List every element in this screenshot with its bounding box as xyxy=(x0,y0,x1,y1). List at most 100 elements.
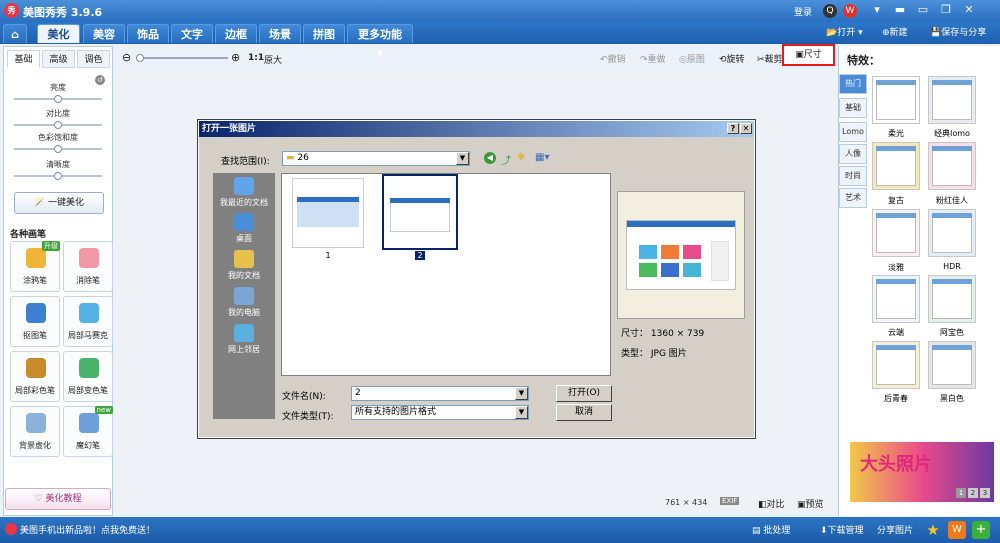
effect-label[interactable]: HDR xyxy=(927,262,977,271)
effect-label[interactable]: 经典lomo xyxy=(927,128,977,139)
effect-thumbnail[interactable] xyxy=(928,142,976,190)
sharpness-knob[interactable] xyxy=(54,172,62,180)
effect-thumbnail[interactable] xyxy=(928,275,976,323)
effect-label[interactable]: 淡雅 xyxy=(871,262,921,273)
maximize-button[interactable]: ▭ xyxy=(912,2,934,18)
saturation-slider[interactable] xyxy=(14,145,102,153)
effects-tab-fashion[interactable]: 时尚 xyxy=(839,166,867,186)
undo-button[interactable]: ↶撤销 xyxy=(600,52,626,65)
skin-menu-icon[interactable]: ▾ xyxy=(866,2,888,18)
new-folder-icon[interactable]: ✱ xyxy=(517,152,525,163)
place-desktop[interactable]: 桌面 xyxy=(213,213,275,244)
restore-button[interactable]: ❐ xyxy=(935,2,957,18)
original-size-label[interactable]: 原大 xyxy=(264,53,282,66)
effect-label[interactable]: 复古 xyxy=(871,195,921,206)
saturation-knob[interactable] xyxy=(54,145,62,153)
qq-icon[interactable]: Q xyxy=(823,4,837,18)
effect-thumbnail[interactable] xyxy=(872,209,920,257)
dialog-close-button[interactable]: ✕ xyxy=(740,123,752,134)
tab-text[interactable]: 文字 xyxy=(171,24,213,43)
up-folder-icon[interactable]: ⤴ xyxy=(501,152,511,167)
rotate-button[interactable]: ⟲旋转 xyxy=(719,52,745,65)
promo-link[interactable]: 美图手机出新品啦！点我免费送！ xyxy=(20,523,155,536)
login-link[interactable]: 登录 xyxy=(794,5,812,18)
local-color-brush-button[interactable]: 局部彩色笔 xyxy=(10,351,60,402)
doodle-brush-button[interactable]: 涂鸦笔 升级 xyxy=(10,241,60,292)
view-menu-icon[interactable]: ▦▾ xyxy=(535,152,549,163)
crop-button[interactable]: ✂裁剪 xyxy=(757,52,783,65)
tutorial-button[interactable]: ♡ 美化教程 xyxy=(5,488,111,510)
effect-label[interactable]: 云端 xyxy=(871,327,921,338)
weibo-icon[interactable]: W xyxy=(843,4,857,18)
star-icon[interactable]: ★ xyxy=(924,521,942,539)
one-key-beautify-button[interactable]: 🪄 一键美化 xyxy=(14,192,104,214)
file-name[interactable]: 1 xyxy=(292,251,364,260)
back-icon[interactable]: ◀ xyxy=(484,152,496,164)
effect-thumbnail[interactable] xyxy=(872,76,920,124)
open-file-button[interactable]: 打开(O) xyxy=(556,385,612,402)
effect-thumbnail[interactable] xyxy=(872,341,920,389)
zoom-slider-knob[interactable] xyxy=(136,54,144,62)
file-thumbnail-selected[interactable] xyxy=(382,174,458,250)
effects-tab-portrait[interactable]: 人像 xyxy=(839,144,867,164)
magic-brush-button[interactable]: 魔幻笔 new xyxy=(63,406,113,457)
filename-input[interactable]: 2 ▼ xyxy=(351,386,529,401)
original-button[interactable]: ◎原图 xyxy=(679,52,705,65)
effect-label[interactable]: 黑白色 xyxy=(927,393,977,404)
zoom-ratio[interactable]: 1:1 xyxy=(248,53,264,63)
tab-more-features[interactable]: 更多功能 ▾ xyxy=(347,24,413,60)
add-icon[interactable]: + xyxy=(972,521,990,539)
zoom-out-icon[interactable]: ⊖ xyxy=(122,51,131,64)
zoom-in-icon[interactable]: ⊕ xyxy=(231,51,240,64)
tab-basic[interactable]: 基础 xyxy=(7,50,40,68)
brightness-knob[interactable] xyxy=(54,95,62,103)
contrast-slider[interactable] xyxy=(14,121,102,129)
brightness-slider[interactable] xyxy=(14,95,102,103)
size-button[interactable]: ▣尺寸 xyxy=(782,44,835,66)
dialog-help-button[interactable]: ? xyxy=(727,123,739,134)
download-manager-button[interactable]: ⬇下载管理 xyxy=(820,523,864,536)
weibo-share-icon[interactable]: W xyxy=(948,521,966,539)
effect-thumbnail[interactable] xyxy=(928,341,976,389)
chevron-down-icon[interactable]: ▼ xyxy=(456,152,469,165)
tab-scene[interactable]: 场景 xyxy=(259,24,301,43)
tab-beauty[interactable]: 美容 xyxy=(83,24,125,43)
effect-label[interactable]: 粉红佳人 xyxy=(927,195,977,206)
effects-tab-basic[interactable]: 基础 xyxy=(839,98,867,118)
sharpness-slider[interactable] xyxy=(14,172,102,180)
save-share-button[interactable]: 💾保存与分享 xyxy=(930,25,986,41)
tab-beautify[interactable]: 美化 xyxy=(37,24,80,43)
effects-tab-lomo[interactable]: Lomo xyxy=(839,122,867,142)
effect-thumbnail[interactable] xyxy=(928,76,976,124)
tab-accessories[interactable]: 饰品 xyxy=(127,24,169,43)
preview-button[interactable]: ▣预览 xyxy=(797,497,824,510)
batch-process-button[interactable]: ▤ 批处理 xyxy=(752,523,790,536)
effect-thumbnail[interactable] xyxy=(928,209,976,257)
ad-banner[interactable]: 大头照片 1 2 3 xyxy=(850,442,994,502)
place-my-computer[interactable]: 我的电脑 xyxy=(213,287,275,318)
new-button[interactable]: ⊕新建 xyxy=(882,25,908,41)
tab-frame[interactable]: 边框 xyxy=(215,24,257,43)
effect-label[interactable]: 柔光 xyxy=(871,128,921,139)
effects-tab-art[interactable]: 艺术 xyxy=(839,188,867,208)
tab-collage[interactable]: 拼图 xyxy=(303,24,345,43)
recolor-brush-button[interactable]: 局部变色笔 xyxy=(63,351,113,402)
zoom-slider[interactable] xyxy=(136,54,228,62)
mosaic-brush-button[interactable]: 局部马赛克 xyxy=(63,296,113,347)
open-button[interactable]: 📂打开 ▾ xyxy=(826,25,863,41)
effects-tab-hot[interactable]: 热门 xyxy=(839,74,867,94)
tab-color[interactable]: 调色 xyxy=(77,50,110,68)
look-in-dropdown[interactable]: ▬ 26 ▼ xyxy=(282,151,470,166)
eraser-brush-button[interactable]: 消除笔 xyxy=(63,241,113,292)
file-name-selected[interactable]: 2 xyxy=(384,251,456,260)
filetype-dropdown[interactable]: 所有支持的图片格式 ▼ xyxy=(351,405,529,420)
minimize-button[interactable]: ▬ xyxy=(889,2,911,18)
ad-page-1[interactable]: 1 xyxy=(956,488,966,498)
redo-button[interactable]: ↷重做 xyxy=(640,52,666,65)
tab-advanced[interactable]: 高级 xyxy=(42,50,75,68)
cutout-brush-button[interactable]: 抠图笔 xyxy=(10,296,60,347)
effect-thumbnail[interactable] xyxy=(872,275,920,323)
effect-label[interactable]: 后青春 xyxy=(871,393,921,404)
close-button[interactable]: ✕ xyxy=(958,2,980,18)
chevron-down-icon[interactable]: ▼ xyxy=(515,406,528,419)
